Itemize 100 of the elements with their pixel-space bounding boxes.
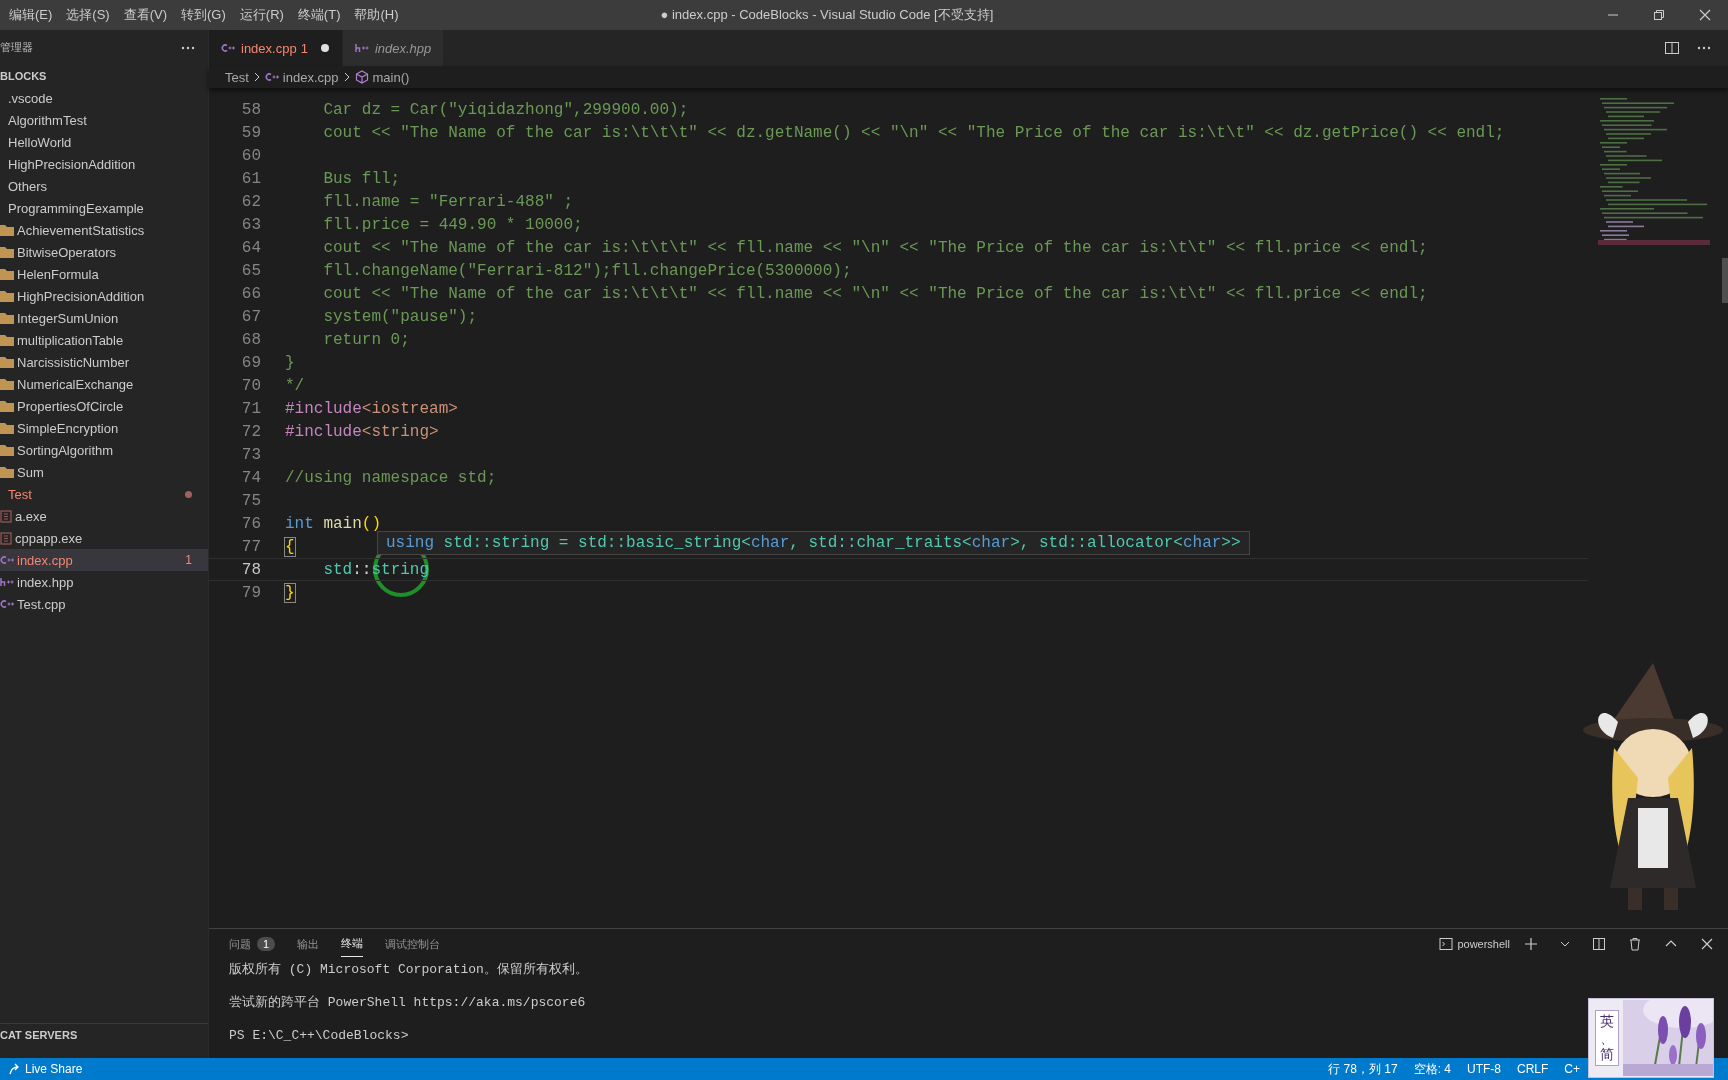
status-item[interactable]: C+ [1556, 1062, 1588, 1076]
breadcrumb-item[interactable]: Test [225, 69, 249, 85]
close-icon[interactable] [1700, 937, 1714, 951]
tree-item[interactable]: PropertiesOfCircle [0, 395, 208, 417]
exe-file-icon [0, 531, 12, 545]
code-line: return 0; [322, 330, 410, 349]
count-badge: 1 [257, 937, 276, 951]
tree-item[interactable]: SimpleEncryption [0, 417, 208, 439]
breadcrumb-item[interactable]: main() [354, 69, 410, 85]
folder-icon [0, 312, 14, 324]
code-line: cout << "The Name of the car is:\t\t\t" << fll.name << "\n" << "The Price of the car is:\t\t" << fll.price << endl; [322, 238, 1428, 257]
code-line: { [285, 537, 295, 556]
line-number: 69 [240, 353, 261, 372]
cpp-file-icon [221, 43, 235, 53]
tree-item[interactable]: AlgorithmTest [0, 109, 208, 131]
tree-item[interactable]: SortingAlgorithm [0, 439, 208, 461]
tree-item[interactable]: .vscode [0, 87, 208, 109]
plus-icon[interactable] [1524, 937, 1538, 951]
split-terminal-icon[interactable] [1592, 937, 1606, 951]
line-number: 58 [240, 100, 261, 119]
cpp-file-icon [0, 599, 14, 609]
tree-item[interactable]: index.hpp [0, 571, 208, 593]
line-number: 60 [240, 146, 261, 165]
problem-count: 1 [300, 40, 308, 56]
tree-item[interactable]: cppapp.exe [0, 527, 208, 549]
folder-icon [0, 224, 14, 236]
line-number: 71 [240, 399, 261, 418]
status-item[interactable]: 行 78，列 17 [1320, 1060, 1406, 1078]
tree-item[interactable]: HighPrecisionAddition [0, 153, 208, 175]
trash-icon[interactable] [1628, 937, 1642, 951]
tree-item[interactable]: HighPrecisionAddition [0, 285, 208, 307]
folder-icon [0, 444, 14, 456]
folder-icon [0, 422, 14, 434]
input-method-widget[interactable]: 英 、 简 [1588, 998, 1714, 1078]
line-number: 77 [240, 537, 261, 556]
status-item[interactable]: 空格: 4 [1405, 1060, 1459, 1078]
terminal-line: 版权所有 (C) Microsoft Corporation。保留所有权利。 [229, 961, 588, 979]
line-number: 67 [240, 307, 261, 326]
scrollbar-thumb[interactable] [1722, 258, 1728, 303]
restore-icon [1653, 9, 1665, 21]
section-header[interactable]: BLOCKS [0, 65, 47, 87]
code-line: */ [285, 376, 305, 395]
code-line: fll.changeName("Ferrari-812");fll.changePrice(5300000); [322, 261, 852, 280]
split-editor-icon[interactable] [1664, 40, 1680, 56]
folder-icon [0, 334, 14, 346]
tree-item[interactable]: HelloWorld [0, 131, 208, 153]
close-icon [1699, 9, 1711, 21]
tree-item[interactable]: NumericalExchange [0, 373, 208, 395]
terminal-selector[interactable]: powershell [1439, 937, 1510, 951]
tree-item[interactable]: NarcissisticNumber [0, 351, 208, 373]
live-share-button[interactable]: Live Share [0, 1062, 91, 1076]
cpp-file-icon [264, 72, 279, 82]
line-number: 62 [240, 192, 261, 211]
menu-item[interactable]: 帮助(H) [347, 6, 406, 24]
line-number: 78 [240, 560, 261, 579]
menu-item[interactable]: 终端(T) [290, 6, 348, 24]
tree-item[interactable]: BitwiseOperators [0, 241, 208, 263]
code-line: #include<string> [285, 422, 439, 441]
panel-tab[interactable]: 终端 [341, 931, 364, 957]
tree-item[interactable]: HelenFormula [0, 263, 208, 285]
code-line: system("pause"); [322, 307, 478, 326]
tree-item[interactable]: Test [0, 483, 208, 505]
line-number: 74 [240, 468, 261, 487]
line-number: 76 [240, 514, 261, 533]
input-mode-label: 、 [1600, 1029, 1614, 1047]
line-number: 59 [240, 123, 261, 142]
tree-item[interactable]: a.exe [0, 505, 208, 527]
tree-item[interactable]: IntegerSumUnion [0, 307, 208, 329]
panel-tab[interactable]: 调试控制台 [385, 932, 441, 956]
folder-icon [0, 246, 14, 258]
panel-tab[interactable]: 输出 [297, 932, 320, 956]
section-header[interactable]: CAT SERVERS [0, 1023, 208, 1046]
line-number: 65 [240, 261, 261, 280]
code-line: fll.price = 449.90 * 10000; [322, 215, 583, 234]
line-number: 73 [240, 445, 261, 464]
tree-item[interactable]: Sum [0, 461, 208, 483]
panel-tab[interactable]: 问题 1 [229, 932, 276, 956]
status-item[interactable]: UTF-8 [1458, 1062, 1509, 1076]
editor-tab[interactable]: index.cpp 1 [209, 30, 343, 66]
tree-item[interactable]: Test.cpp [0, 593, 208, 615]
hpp-file-icon [354, 43, 369, 53]
menu-item[interactable]: 编辑(E) [2, 6, 60, 24]
menu-item[interactable]: 查看(V) [116, 6, 175, 24]
hpp-file-icon [0, 577, 14, 587]
breadcrumb-item[interactable]: index.cpp [264, 69, 339, 85]
line-number: 61 [240, 169, 261, 188]
tree-item[interactable]: index.cpp 1 [0, 549, 208, 571]
menu-item[interactable]: 转到(G) [174, 6, 233, 24]
status-item[interactable]: CRLF [1508, 1062, 1557, 1076]
tree-item[interactable]: multiplicationTable [0, 329, 208, 351]
tree-item[interactable]: Others [0, 175, 208, 197]
tree-item[interactable]: AchievementStatistics [0, 219, 208, 241]
hover-tooltip: using std::string = std::basic_string<char, std::char_traits<char>, std::allocator<char>> [377, 531, 1250, 555]
sidebar-title: 管理器 [0, 40, 33, 55]
menu-item[interactable]: 运行(R) [232, 6, 291, 24]
tree-item[interactable]: ProgrammingEexample [0, 197, 208, 219]
menu-item[interactable]: 选择(S) [59, 6, 117, 24]
code-line: Car dz = Car("yiqidazhong",299900.00); [322, 100, 689, 119]
editor-tab[interactable]: index.hpp [342, 30, 445, 66]
cube-icon [354, 70, 369, 84]
